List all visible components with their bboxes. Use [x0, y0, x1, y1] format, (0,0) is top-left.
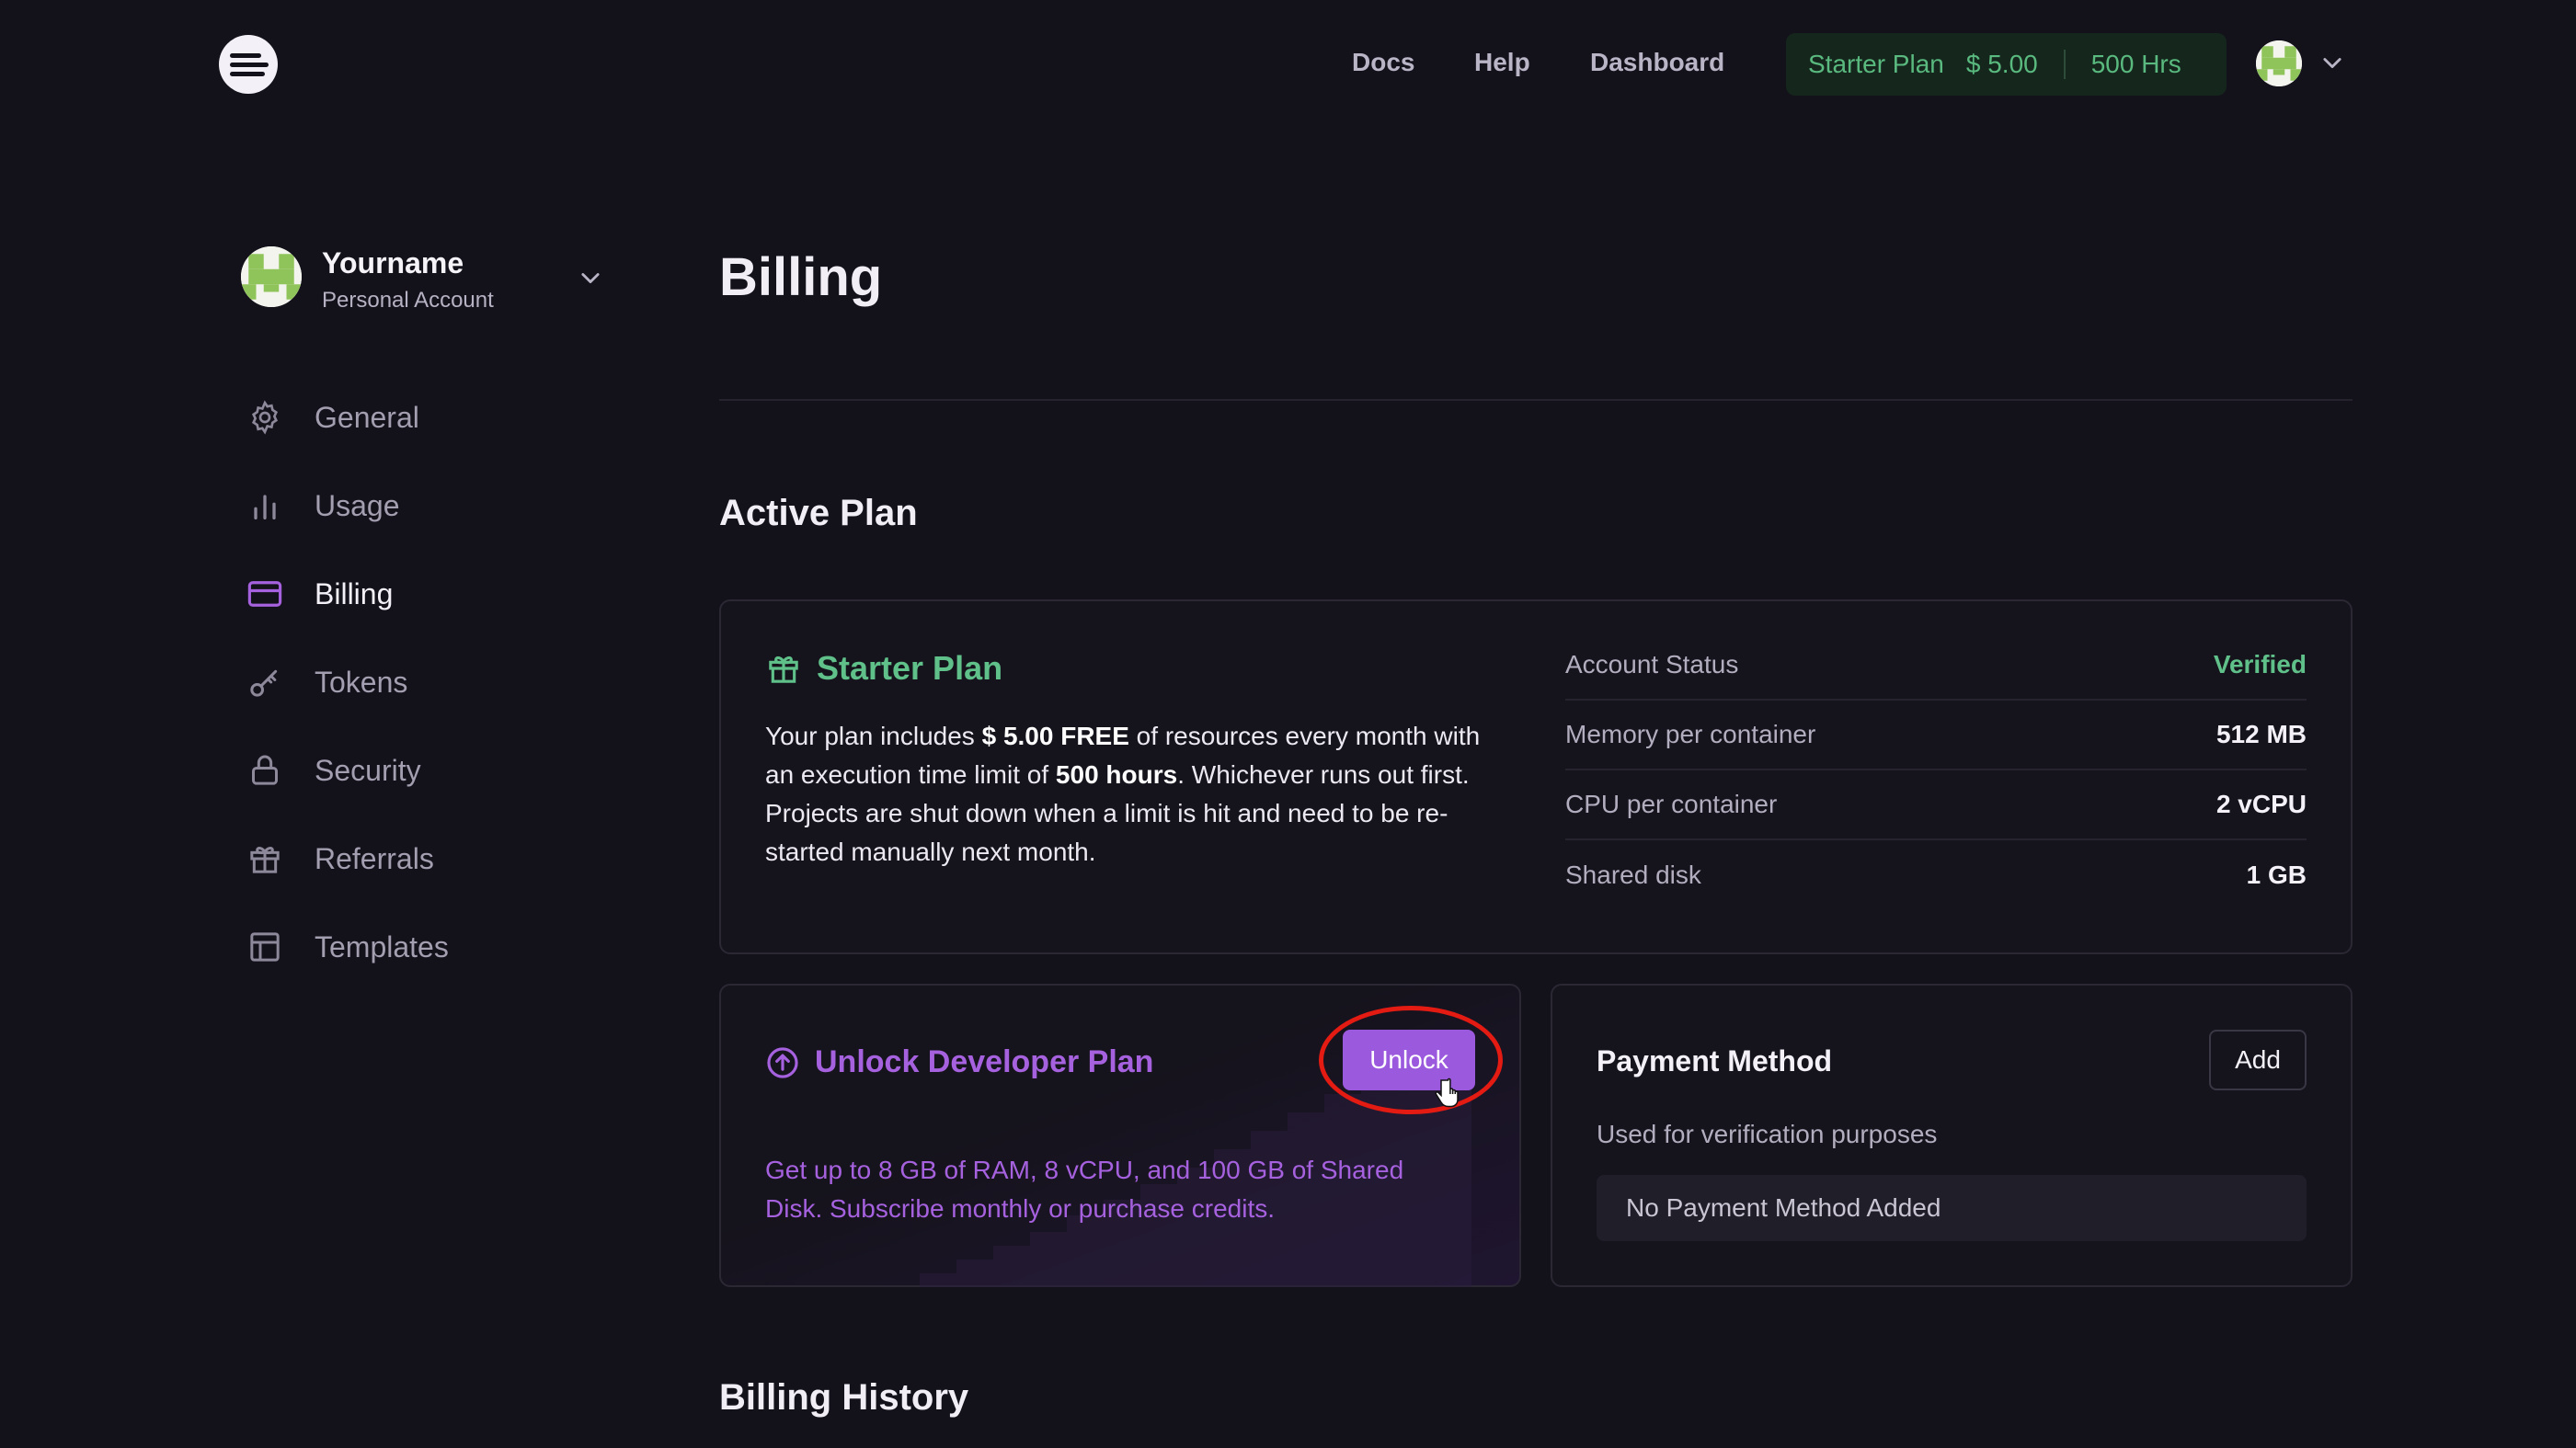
unlock-plan-title: Unlock Developer Plan	[765, 1044, 1153, 1080]
payment-method-subtitle: Used for verification purposes	[1597, 1120, 1938, 1148]
sidebar-item-label: Templates	[315, 929, 449, 963]
sidebar-item-billing[interactable]: Billing	[245, 566, 393, 621]
highlight-annotation-ring	[1319, 1006, 1503, 1114]
plan-name: Starter Plan	[817, 649, 1003, 687]
account-switcher-chevron-icon[interactable]	[578, 265, 603, 295]
nav-help-link[interactable]: Help	[1474, 48, 1530, 77]
billing-history-heading: Billing History	[719, 1377, 969, 1418]
starter-plan-title: Starter Plan	[765, 649, 1002, 688]
sidebar-item-label: General	[315, 400, 419, 434]
spec-row-shared-disk: Shared disk 1 GB	[1565, 861, 2307, 889]
active-plan-heading: Active Plan	[719, 493, 918, 533]
lock-icon	[245, 750, 285, 791]
sidebar-item-security[interactable]: Security	[245, 743, 421, 798]
title-divider	[719, 399, 2353, 401]
sidebar-item-label: Security	[315, 753, 421, 787]
spec-row-memory: Memory per container 512 MB	[1565, 701, 2307, 770]
user-avatar[interactable]	[2256, 40, 2302, 86]
plan-pill-name: Starter Plan	[1808, 50, 1944, 78]
sidebar-item-general[interactable]: General	[245, 390, 419, 445]
plan-pill-hours: 500 Hrs	[2090, 50, 2181, 78]
nav-docs-link[interactable]: Docs	[1352, 48, 1414, 77]
bar-chart-icon	[245, 485, 285, 526]
account-avatar	[241, 246, 302, 307]
spec-row-cpu: CPU per container 2 vCPU	[1565, 770, 2307, 840]
nav-dashboard-link[interactable]: Dashboard	[1590, 48, 1724, 77]
plan-pill-separator	[2063, 50, 2066, 79]
sidebar-item-label: Usage	[315, 488, 400, 522]
spec-row-account-status: Account Status Verified	[1565, 631, 2307, 701]
plan-description: Your plan includes $ 5.00 FREE of resour…	[765, 722, 1481, 866]
sidebar-item-templates[interactable]: Templates	[245, 919, 449, 975]
gift-icon	[769, 656, 798, 683]
user-menu-chevron-icon[interactable]	[2319, 50, 2345, 80]
verified-status-badge: Verified	[2213, 650, 2307, 678]
plan-pill-price: $ 5.00	[1965, 50, 2038, 78]
layout-icon	[245, 927, 285, 967]
sidebar-item-label: Referrals	[315, 841, 434, 875]
credit-card-icon	[245, 574, 285, 614]
sidebar-item-tokens[interactable]: Tokens	[245, 655, 407, 710]
key-icon	[245, 662, 285, 702]
gift-icon	[245, 838, 285, 879]
page-title: Billing	[719, 247, 883, 307]
sidebar-item-referrals[interactable]: Referrals	[245, 831, 434, 886]
plan-summary-pill[interactable]: Starter Plan $ 5.00 500 Hrs	[1786, 33, 2227, 96]
account-name: Yourname	[322, 246, 464, 279]
gear-icon	[245, 397, 285, 438]
account-type: Personal Account	[322, 288, 494, 313]
add-payment-method-button[interactable]: Add	[2209, 1030, 2307, 1090]
app-logo[interactable]	[219, 35, 278, 94]
unlock-plan-description: Get up to 8 GB of RAM, 8 vCPU, and 100 G…	[765, 1156, 1404, 1223]
payment-method-empty-state: No Payment Method Added	[1597, 1175, 2307, 1241]
payment-method-title: Payment Method	[1597, 1044, 1833, 1077]
sidebar-item-label: Billing	[315, 576, 394, 610]
hand-pointer-cursor-icon	[1435, 1077, 1459, 1108]
sidebar-item-label: Tokens	[315, 665, 408, 699]
sidebar-item-usage[interactable]: Usage	[245, 478, 400, 533]
arrow-up-circle-icon	[767, 1046, 798, 1078]
